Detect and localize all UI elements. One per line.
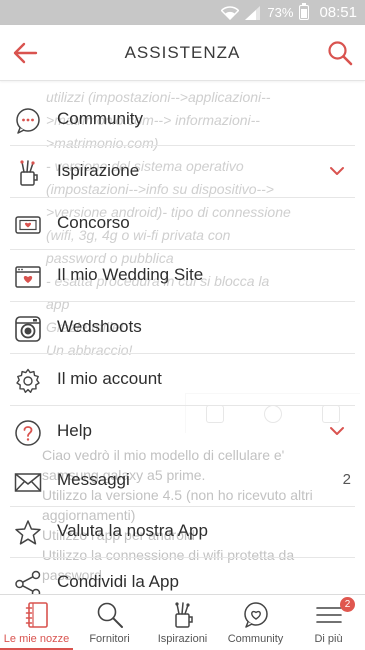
menu-item-account[interactable]: Il mio account xyxy=(0,355,365,406)
menu-item-concorso[interactable]: Concorso xyxy=(0,199,365,250)
website-heart-icon xyxy=(14,263,42,291)
brush-jar-icon xyxy=(168,600,198,630)
menu-item-label: Il mio Wedding Site xyxy=(57,265,204,284)
nav-di-piu[interactable]: 2 Di più xyxy=(292,595,365,650)
wifi-icon xyxy=(221,5,240,20)
menu-item-condividi-app[interactable]: Condividi la App xyxy=(0,558,365,594)
content-area: utilizzi (impostazioni-->applicazioni-- … xyxy=(0,81,365,594)
nav-label: Fornitori xyxy=(89,633,130,645)
app-header: ASSISTENZA xyxy=(0,25,365,81)
battery-icon xyxy=(299,3,310,20)
menu-item-valuta-app[interactable]: Valuta la nostra App xyxy=(0,507,365,558)
status-bar: 73% 08:51 xyxy=(0,0,365,25)
ticket-icon xyxy=(14,211,42,239)
unread-count: 2 xyxy=(342,471,351,488)
menu-item-label: Condividi la App xyxy=(57,572,179,591)
camera-icon xyxy=(14,315,42,343)
menu-item-help[interactable]: Help xyxy=(0,407,365,458)
menu-item-ispirazione[interactable]: Ispirazione xyxy=(0,147,365,198)
menu-item-messaggi[interactable]: Messaggi 2 xyxy=(0,456,365,507)
menu-item-label: Il mio account xyxy=(57,369,162,388)
notebook-icon xyxy=(22,600,52,630)
divider xyxy=(10,405,355,406)
nav-ispirazioni[interactable]: Ispirazioni xyxy=(146,595,219,650)
nav-label: Ispirazioni xyxy=(157,633,208,645)
envelope-icon xyxy=(14,468,42,496)
hamburger-icon xyxy=(314,600,344,630)
nav-label: Le mie nozze xyxy=(3,633,70,645)
divider xyxy=(10,353,355,354)
menu-item-wedshoots[interactable]: Wedshoots xyxy=(0,303,365,354)
brush-jar-icon xyxy=(14,159,42,187)
chat-bubble-icon xyxy=(14,107,42,135)
nav-label: Di più xyxy=(314,633,343,645)
help-circle-icon xyxy=(14,419,42,447)
menu-item-label: Messaggi xyxy=(57,470,130,489)
clock: 08:51 xyxy=(319,4,357,21)
notification-badge: 2 xyxy=(340,597,355,612)
back-arrow-icon[interactable] xyxy=(12,41,38,65)
bottom-navigation: Le mie nozze Fornitori Ispirazioni Commu… xyxy=(0,594,365,650)
battery-percent: 73% xyxy=(267,5,294,20)
chevron-down-icon[interactable] xyxy=(329,425,345,437)
nav-community[interactable]: Community xyxy=(219,595,292,650)
search-icon xyxy=(95,600,125,630)
share-icon xyxy=(14,570,42,594)
menu-item-label: Valuta la nostra App xyxy=(57,521,208,540)
menu-item-label: Wedshoots xyxy=(57,317,142,336)
menu-item-label: Concorso xyxy=(57,213,130,232)
nav-le-mie-nozze[interactable]: Le mie nozze xyxy=(0,595,73,650)
divider xyxy=(10,301,355,302)
divider xyxy=(10,197,355,198)
heart-chat-icon xyxy=(241,600,271,630)
chevron-down-icon[interactable] xyxy=(329,165,345,177)
divider xyxy=(10,145,355,146)
search-icon[interactable] xyxy=(327,40,353,66)
menu-item-label: Help xyxy=(57,421,92,440)
gear-icon xyxy=(14,367,42,395)
page-title: ASSISTENZA xyxy=(124,42,241,62)
star-icon xyxy=(14,519,42,547)
menu-item-label: Community xyxy=(57,109,143,128)
menu-item-community[interactable]: Community xyxy=(0,95,365,146)
menu-item-wedding-site[interactable]: Il mio Wedding Site xyxy=(0,251,365,302)
nav-label: Community xyxy=(227,633,284,645)
menu-item-label: Ispirazione xyxy=(57,161,140,180)
divider xyxy=(10,249,355,250)
signal-icon xyxy=(245,5,261,20)
nav-fornitori[interactable]: Fornitori xyxy=(73,595,146,650)
